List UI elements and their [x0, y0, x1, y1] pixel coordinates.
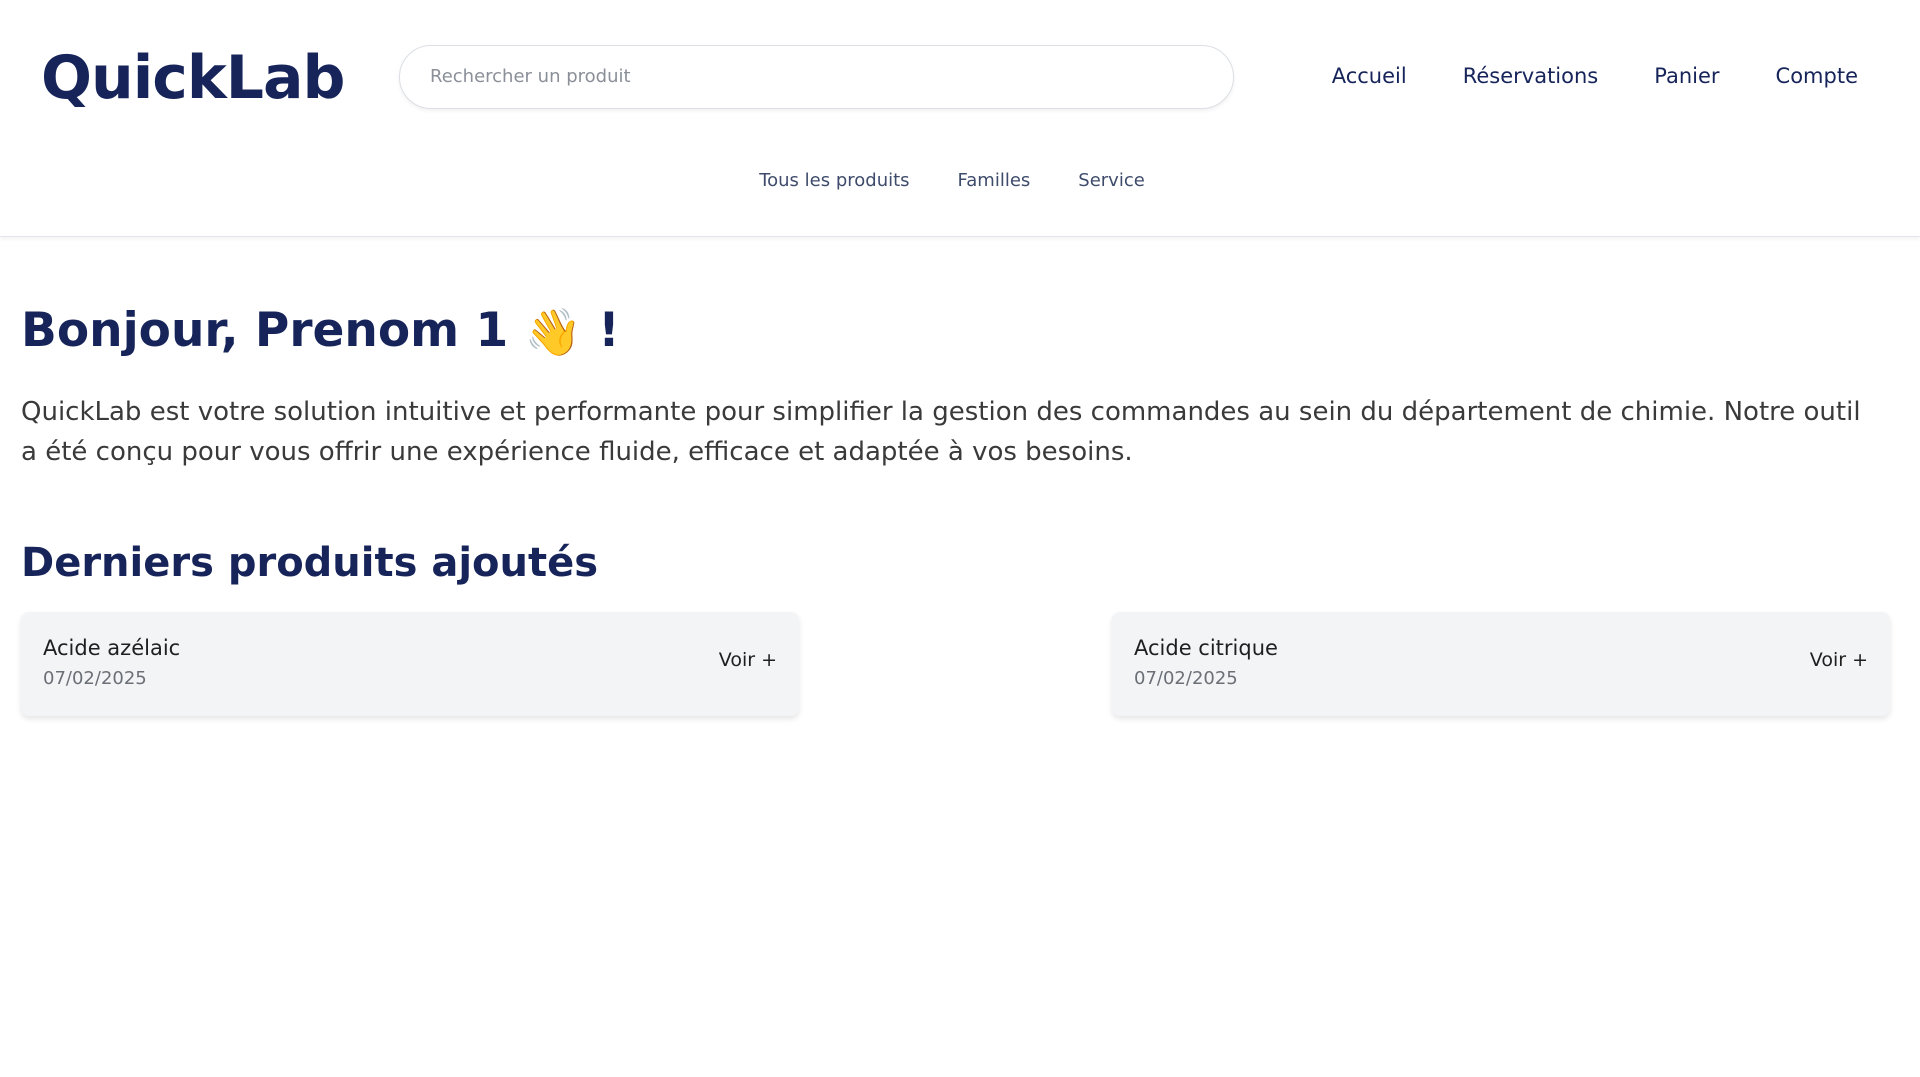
product-name: Acide azélaic: [43, 636, 181, 660]
main-nav: Accueil Réservations Panier Compte: [1332, 56, 1858, 96]
voir-plus-button[interactable]: Voir +: [719, 649, 777, 671]
section-title: Derniers produits ajoutés: [21, 540, 599, 586]
intro-paragraph: QuickLab est votre solution intuitive et…: [21, 397, 1861, 467]
product-date: 07/02/2025: [1134, 668, 1238, 689]
nav-panier[interactable]: Panier: [1654, 64, 1719, 88]
logo[interactable]: QuickLab: [41, 38, 345, 118]
site-header: QuickLab Accueil Réservations Panier Com…: [0, 0, 1920, 237]
greeting-text: Bonjour, Prenom 1: [21, 303, 509, 358]
voir-plus-button[interactable]: Voir +: [1810, 649, 1868, 671]
subnav-familles[interactable]: Familles: [958, 170, 1031, 191]
nav-accueil[interactable]: Accueil: [1332, 64, 1407, 88]
subnav-service[interactable]: Service: [1078, 170, 1145, 191]
product-name: Acide citrique: [1134, 636, 1278, 660]
nav-compte[interactable]: Compte: [1776, 64, 1858, 88]
nav-reservations[interactable]: Réservations: [1463, 64, 1599, 88]
waving-hand-icon: 👋: [524, 305, 582, 359]
page-title: Bonjour, Prenom 1 👋 !: [21, 296, 620, 367]
greeting-suffix: !: [598, 303, 620, 358]
subnav-tous-les-produits[interactable]: Tous les produits: [759, 170, 909, 191]
search-bar[interactable]: [399, 45, 1234, 109]
product-card: Acide azélaic 07/02/2025 Voir +: [21, 612, 799, 716]
sub-nav: Tous les produits Familles Service: [0, 170, 1920, 191]
search-input[interactable]: [428, 46, 1208, 106]
product-date: 07/02/2025: [43, 668, 147, 689]
product-card: Acide citrique 07/02/2025 Voir +: [1112, 612, 1890, 716]
